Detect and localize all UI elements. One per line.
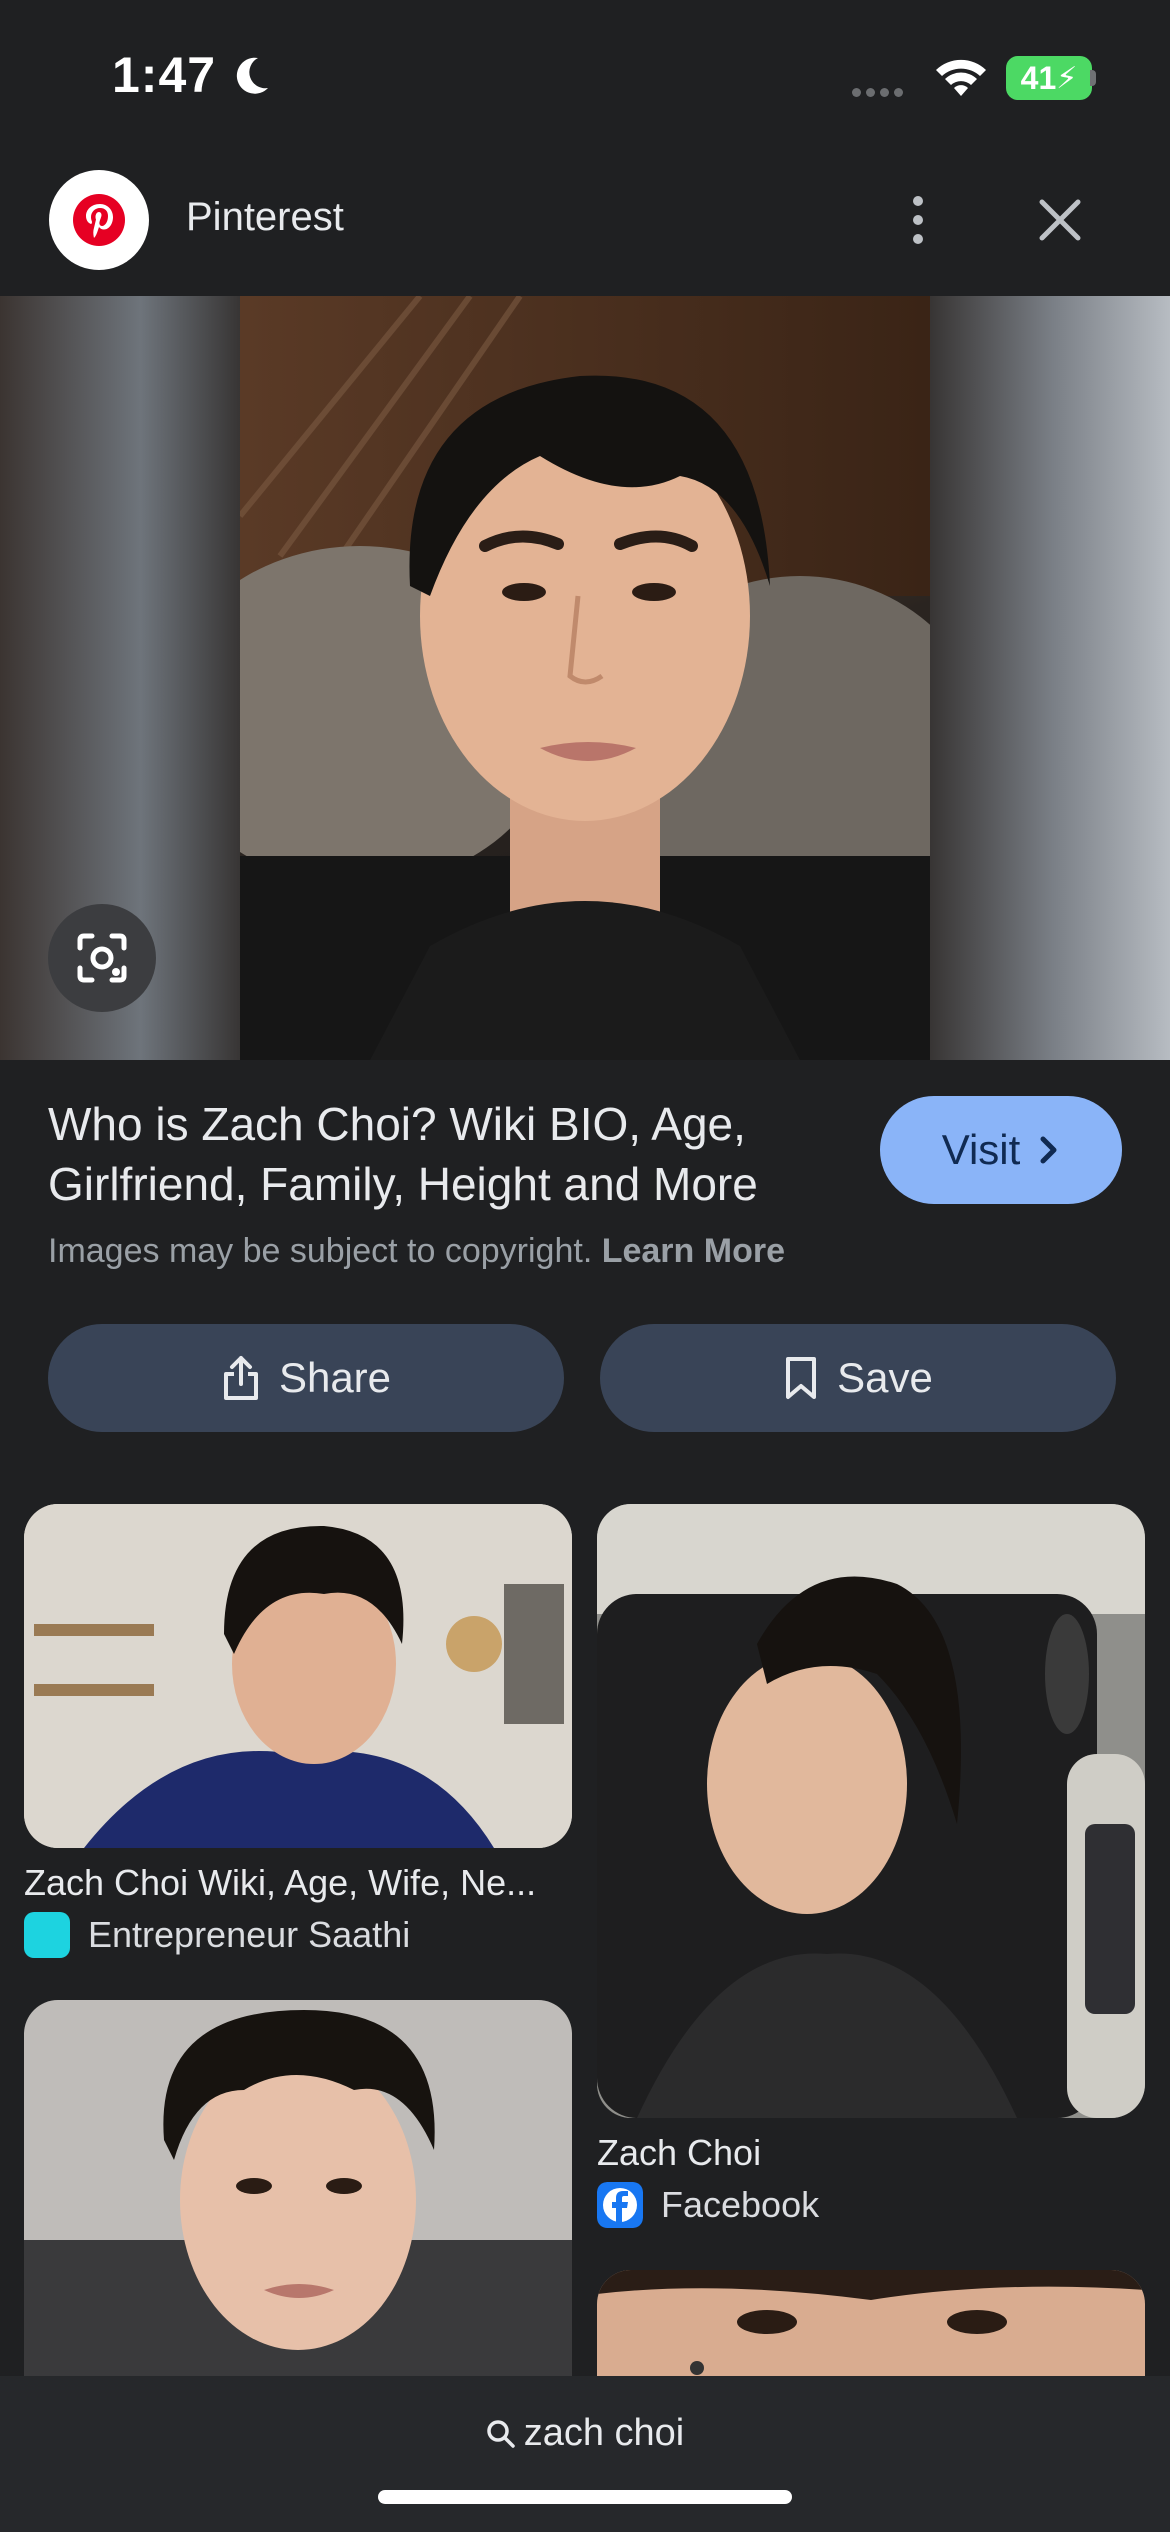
related-photo-1	[24, 1504, 572, 1848]
learn-more-link[interactable]: Learn More	[602, 1232, 785, 1270]
signal-dots-icon	[852, 84, 908, 102]
related-photo-3	[24, 2000, 572, 2376]
related-source-1[interactable]: Entrepreneur Saathi	[24, 1912, 410, 1958]
main-image[interactable]	[240, 296, 930, 1060]
related-source-label-1: Entrepreneur Saathi	[88, 1914, 411, 1955]
bookmark-icon	[786, 1357, 817, 1399]
save-button[interactable]: Save	[600, 1324, 1116, 1432]
portrait-image	[240, 296, 930, 1060]
related-photo-2	[597, 1504, 1145, 2118]
related-image-2[interactable]	[597, 1504, 1145, 2118]
google-lens-button[interactable]	[48, 904, 156, 1012]
chevron-right-icon	[1040, 1136, 1057, 1164]
facebook-icon	[597, 2182, 643, 2228]
copyright-notice: Images may be subject to copyright. Lear…	[48, 1232, 785, 1271]
close-icon[interactable]	[1030, 190, 1090, 250]
related-title-1[interactable]: Zach Choi Wiki, Age, Wife, Ne...	[24, 1862, 536, 1904]
search-query: zach choi	[523, 2412, 685, 2454]
more-vert-icon	[913, 196, 923, 206]
save-label: Save	[837, 1354, 933, 1401]
status-time: 1:47	[112, 47, 217, 103]
search-icon	[486, 2419, 515, 2448]
pinterest-logo[interactable]	[49, 170, 149, 270]
related-image-1[interactable]	[24, 1504, 572, 1848]
entrepreneur-saathi-icon	[24, 1912, 70, 1958]
share-label: Share	[278, 1354, 392, 1401]
share-button[interactable]: Share	[48, 1324, 564, 1432]
related-source-2[interactable]: Facebook	[597, 2182, 819, 2228]
visit-button[interactable]: Visit	[880, 1096, 1122, 1204]
battery-tip	[1090, 70, 1096, 86]
search-query-pill[interactable]: zach choi	[0, 2412, 1170, 2455]
result-title[interactable]: Who is Zach Choi? Wiki BIO, Age, Girlfri…	[48, 1094, 848, 1214]
related-photo-4	[597, 2270, 1145, 2376]
copyright-text: Images may be subject to copyright.	[48, 1232, 593, 1270]
battery-level: 41	[1020, 59, 1057, 96]
home-indicator[interactable]	[378, 2490, 792, 2504]
more-options-button[interactable]	[888, 190, 948, 250]
related-source-label-2: Facebook	[661, 2184, 820, 2225]
moon-icon	[236, 57, 268, 94]
wifi-icon	[936, 59, 986, 96]
visit-label: Visit	[941, 1126, 1021, 1173]
related-image-4[interactable]	[597, 2270, 1145, 2376]
battery-indicator: 41 ⚡	[1006, 56, 1092, 100]
lens-icon	[77, 933, 127, 983]
pinterest-icon	[73, 194, 125, 246]
site-title: Pinterest	[186, 195, 344, 239]
related-title-2[interactable]: Zach Choi	[597, 2132, 761, 2174]
related-image-3[interactable]	[24, 2000, 572, 2376]
share-icon	[223, 1356, 258, 1400]
